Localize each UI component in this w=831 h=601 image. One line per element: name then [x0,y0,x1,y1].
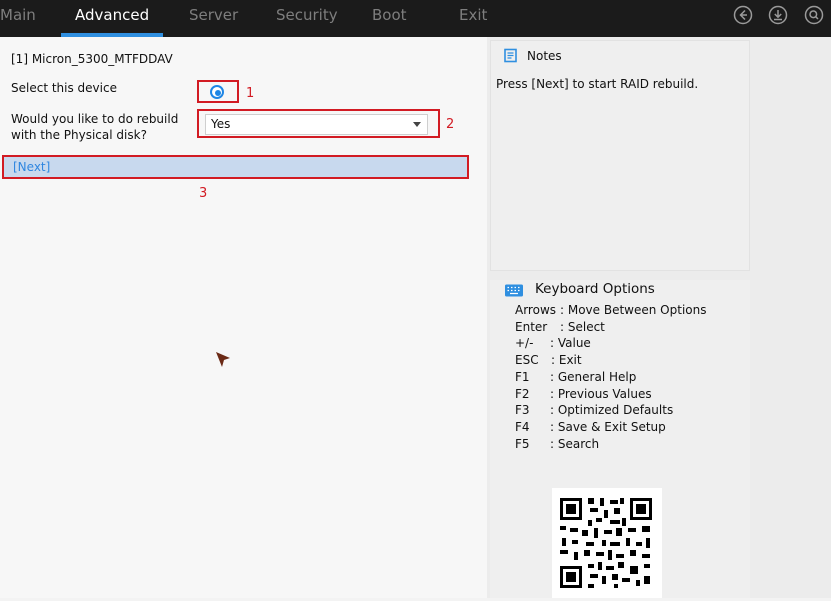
keyboard-icon [505,284,523,297]
qr-code-icon [552,488,662,598]
radio-selected-dot [215,90,221,96]
next-button-label: [Next] [13,160,51,174]
kb-key-f4: F4 [515,420,530,434]
qr-code [552,488,662,598]
kb-desc-plusminus: : Value [550,336,591,350]
mouse-pointer-icon [216,352,230,367]
back-icon[interactable] [733,5,753,25]
kb-key-f5: F5 [515,437,530,451]
annotation-2: 2 [446,117,455,132]
kb-key-arrows: Arrows [515,303,557,317]
kb-desc-f4: : Save & Exit Setup [550,420,666,434]
kb-desc-f2: : Previous Values [550,387,652,401]
rebuild-select[interactable]: Yes [205,114,428,135]
rebuild-select-highlight: Yes [197,109,440,138]
kb-key-enter: Enter [515,320,548,334]
rebuild-select-value: Yes [211,117,231,131]
kb-key-esc: ESC [515,353,539,367]
kb-desc-enter: : Select [560,320,605,334]
chevron-down-icon [413,122,421,127]
notes-text: Press [Next] to start RAID rebuild. [496,77,699,91]
kb-desc-esc: : Exit [551,353,582,367]
kb-desc-arrows: : Move Between Options [560,303,707,317]
keyboard-options-title: Keyboard Options [535,281,655,297]
kb-desc-f1: : General Help [550,370,637,384]
tab-main[interactable]: Main [0,0,36,37]
kb-key-f1: F1 [515,370,530,384]
select-device-radio-highlight[interactable] [197,80,239,103]
tab-exit[interactable]: Exit [459,0,487,37]
top-menu-bar: Main Advanced Server Security Boot Exit [0,0,831,37]
select-device-label: Select this device [11,81,117,95]
select-device-radio[interactable] [210,85,224,99]
annotation-1: 1 [246,86,255,101]
kb-key-plusminus: +/- [515,336,534,350]
download-icon[interactable] [768,5,788,25]
tab-advanced[interactable]: Advanced [75,0,149,37]
search-icon[interactable] [804,5,824,25]
kb-desc-f5: : Search [550,437,600,451]
rebuild-label-line1: Would you like to do rebuild [11,112,179,126]
notes-title: Notes [527,49,562,63]
annotation-3: 3 [199,186,208,201]
rebuild-label-line2: with the Physical disk? [11,128,147,142]
tab-server[interactable]: Server [189,0,238,37]
kb-key-f3: F3 [515,403,530,417]
kb-desc-f3: : Optimized Defaults [550,403,674,417]
kb-key-f2: F2 [515,387,530,401]
notes-card [490,40,750,271]
notes-icon [504,48,517,63]
tab-boot[interactable]: Boot [372,0,407,37]
next-button[interactable]: [Next] [2,155,469,179]
device-title: [1] Micron_5300_MTFDDAV [11,52,173,66]
tab-security[interactable]: Security [276,0,338,37]
